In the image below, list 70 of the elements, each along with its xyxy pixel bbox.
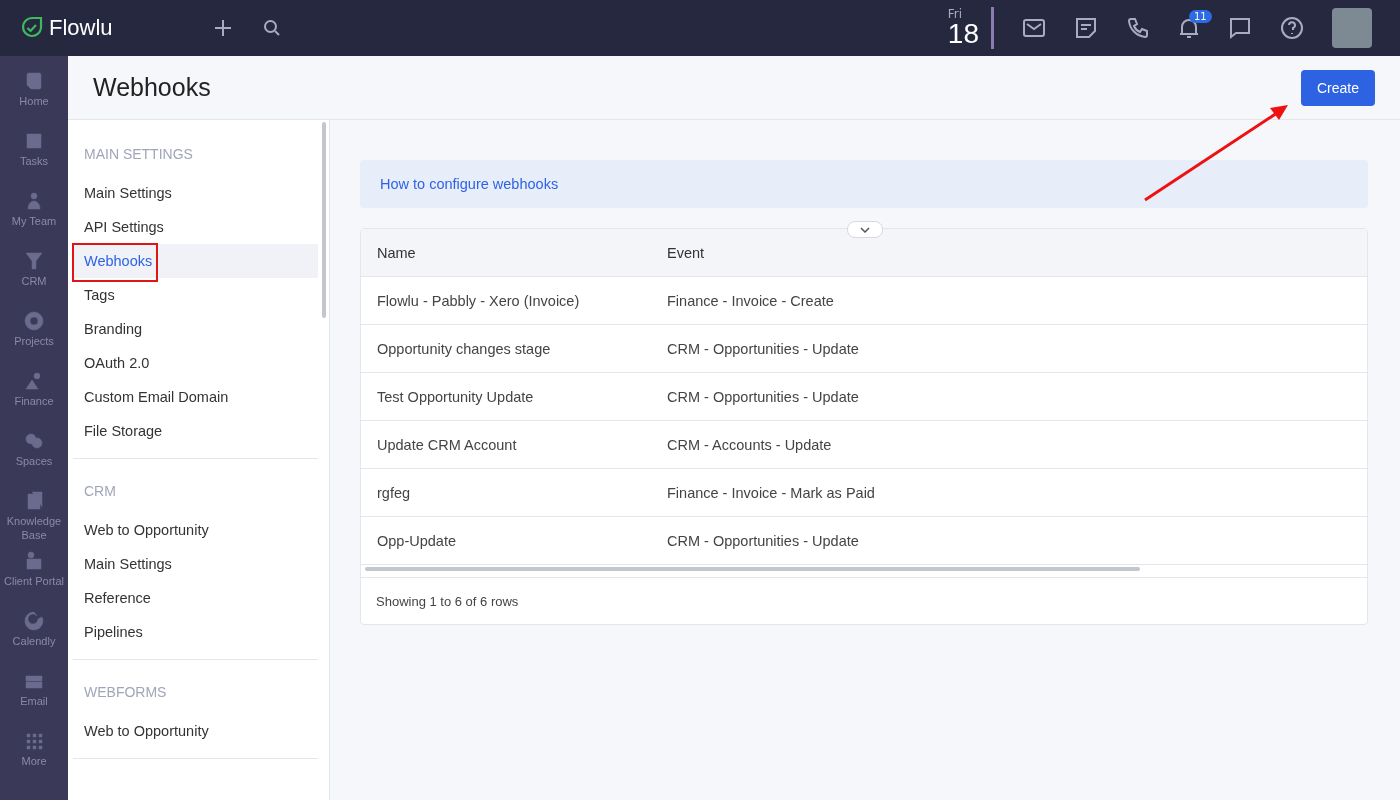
module-icon xyxy=(23,610,45,632)
settings-menu-item[interactable]: Web to Opportunity xyxy=(73,513,318,547)
settings-menu-item[interactable]: File Storage xyxy=(73,414,318,448)
note-icon[interactable] xyxy=(1074,16,1098,40)
rail-nav-item[interactable]: Calendly xyxy=(0,610,68,670)
table-cell-text: Update CRM Account xyxy=(376,436,518,453)
settings-menu-item[interactable]: API Settings xyxy=(73,210,318,244)
section-heading: CRM xyxy=(83,482,117,501)
table-cell-text: Opportunity changes stage xyxy=(376,340,552,357)
rail-nav-item[interactable]: Knowledge Base xyxy=(0,490,68,550)
table-cell: CRM - Opportunities - Update xyxy=(667,532,859,549)
column-header[interactable]: Name xyxy=(361,244,667,261)
search-icon[interactable] xyxy=(263,19,281,37)
table-cell: CRM - Accounts - Update xyxy=(667,436,832,453)
rail-nav-item[interactable]: My Team xyxy=(0,190,68,250)
table-cell-text: rgfeg xyxy=(376,484,412,501)
module-icon xyxy=(23,310,45,332)
rail-nav-item[interactable]: Projects xyxy=(0,310,68,370)
table-cell: Finance - Invoice - Mark as Paid xyxy=(667,484,875,501)
settings-menu-item[interactable]: Branding xyxy=(73,312,318,346)
table-cell-text: Flowlu - Pabbly - Xero (Invoice) xyxy=(376,292,581,309)
horizontal-scrollbar[interactable] xyxy=(365,567,1140,571)
table-cell: CRM - Opportunities - Update xyxy=(667,388,859,405)
table-cell: CRM - Opportunities - Update xyxy=(667,340,859,357)
logo-text: Flowlu xyxy=(49,15,113,41)
chevron-down-icon xyxy=(860,226,870,233)
rail-nav-item[interactable]: Home xyxy=(0,70,68,130)
create-button[interactable]: Create xyxy=(1300,69,1375,106)
section-heading: WEBFORMS xyxy=(83,683,168,702)
table-cell: Finance - Invoice - Create xyxy=(667,292,834,309)
table-cell-text: Opp-Update xyxy=(376,532,457,549)
module-icon xyxy=(23,250,45,272)
rail-nav-item[interactable]: Tasks xyxy=(0,130,68,190)
day-number: 18 xyxy=(947,20,979,48)
settings-menu-item[interactable]: Reference xyxy=(73,581,318,615)
notification-badge: 11 xyxy=(1189,10,1212,23)
weekday-label: Fri xyxy=(947,8,964,20)
settings-menu-item[interactable]: Custom Email Domain xyxy=(73,380,318,414)
module-icon xyxy=(23,550,45,572)
settings-menu-item[interactable]: Main Settings xyxy=(73,176,318,210)
settings-menu-item[interactable]: Main Settings xyxy=(73,547,318,581)
settings-menu-item[interactable]: Webhooks xyxy=(73,244,318,278)
add-icon[interactable] xyxy=(213,18,233,38)
collapse-toggle[interactable] xyxy=(847,221,883,238)
rail-nav-item[interactable]: Finance xyxy=(0,370,68,430)
rail-nav-item[interactable]: Email xyxy=(0,670,68,730)
mail-icon[interactable] xyxy=(1022,18,1046,38)
rail-nav-item[interactable]: Spaces xyxy=(0,430,68,490)
module-icon xyxy=(23,430,45,452)
settings-menu-item[interactable]: Pipelines xyxy=(73,615,318,649)
column-header[interactable]: Event xyxy=(667,244,705,261)
table-cell-text: Test Opportunity Update xyxy=(376,388,535,405)
logo-icon xyxy=(20,16,44,40)
help-icon[interactable] xyxy=(1280,16,1304,40)
chat-icon[interactable] xyxy=(1228,16,1252,40)
rail-nav-item[interactable]: Client Portal xyxy=(0,550,68,610)
module-icon xyxy=(23,730,45,752)
rail-nav-item[interactable]: CRM xyxy=(0,250,68,310)
settings-menu-item[interactable]: OAuth 2.0 xyxy=(73,346,318,380)
rail-nav-item[interactable]: More xyxy=(0,730,68,790)
table-footer-text: Showing 1 to 6 of 6 rows xyxy=(361,577,1367,624)
settings-menu-item[interactable]: Web to Opportunity xyxy=(73,714,318,748)
module-icon xyxy=(23,130,45,152)
help-link[interactable]: How to configure webhooks xyxy=(380,176,559,192)
page-title: Webhooks xyxy=(93,73,211,102)
phone-icon[interactable] xyxy=(1126,16,1150,40)
settings-menu-item[interactable]: Tags xyxy=(73,278,318,312)
section-heading: MAIN SETTINGS xyxy=(83,145,194,164)
module-icon xyxy=(23,70,45,92)
scrollbar[interactable] xyxy=(322,122,326,318)
